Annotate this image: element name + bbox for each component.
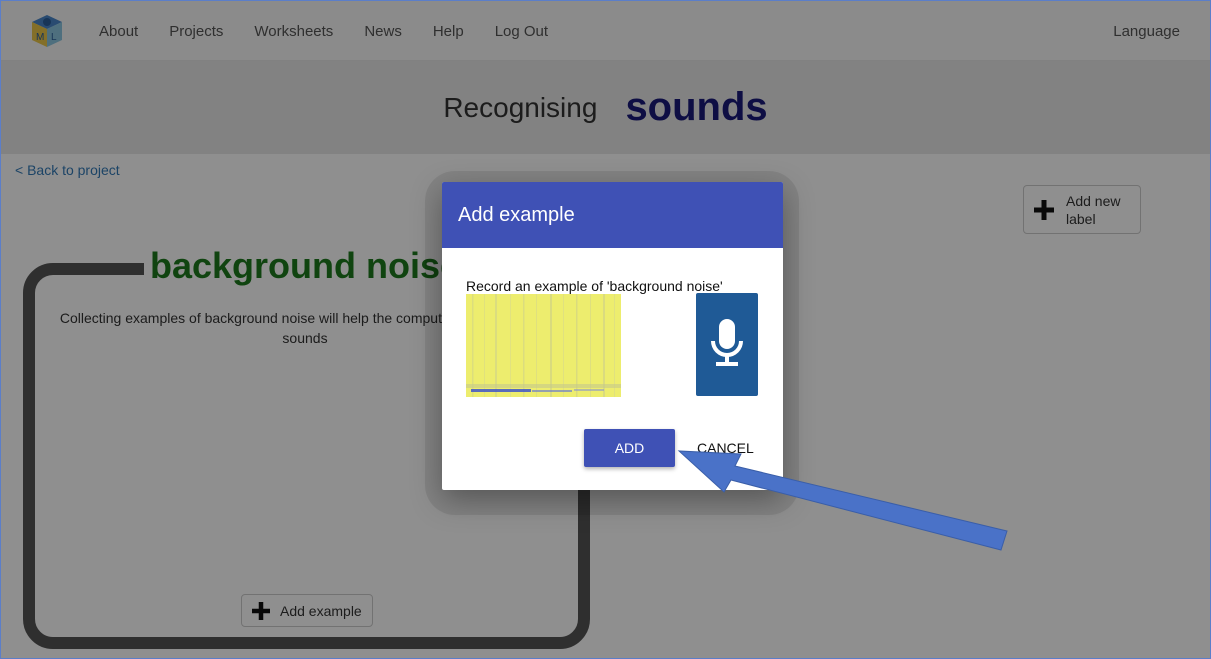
- microphone-icon: [711, 318, 743, 366]
- add-example-dialog: Add example Record an example of 'backgr…: [442, 182, 783, 490]
- dialog-title: Add example: [442, 182, 783, 248]
- dialog-cancel-button[interactable]: CANCEL: [689, 429, 762, 467]
- record-microphone-button[interactable]: [696, 293, 758, 396]
- spectrogram-image: [466, 294, 621, 397]
- dialog-add-button[interactable]: ADD: [584, 429, 675, 467]
- app-window: M L About Projects Worksheets News Help …: [0, 0, 1211, 659]
- dialog-prompt: Record an example of 'background noise': [466, 278, 723, 294]
